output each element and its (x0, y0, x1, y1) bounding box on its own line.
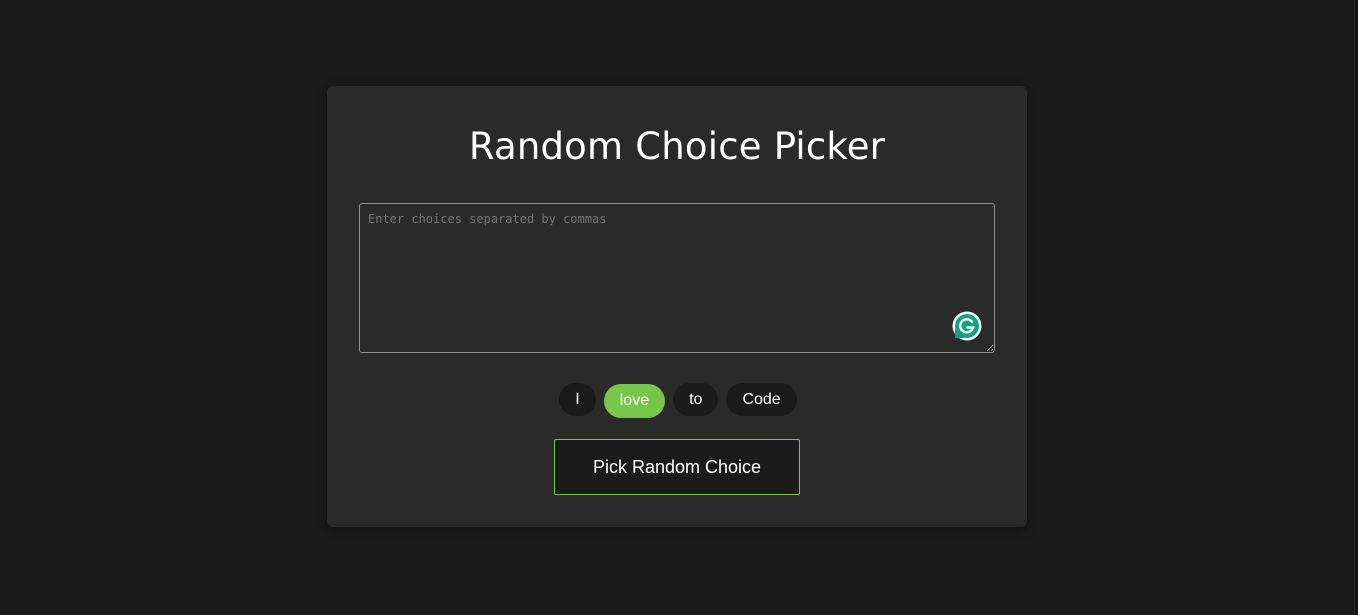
tags-container: I love to Code (327, 381, 1027, 418)
choice-tag: I (559, 382, 596, 416)
choices-input-wrapper (359, 203, 995, 353)
page-scroll-edge (1354, 0, 1358, 615)
choice-tag: Code (726, 382, 797, 416)
grammarly-icon[interactable] (952, 311, 982, 341)
choices-textarea[interactable] (359, 203, 995, 353)
picker-card: Random Choice Picker I love to Code Pick… (327, 86, 1027, 527)
pick-random-choice-button[interactable]: Pick Random Choice (554, 439, 800, 495)
page-title: Random Choice Picker (468, 125, 886, 168)
choice-tag-highlighted: love (603, 384, 666, 418)
choice-tag: to (673, 382, 719, 416)
